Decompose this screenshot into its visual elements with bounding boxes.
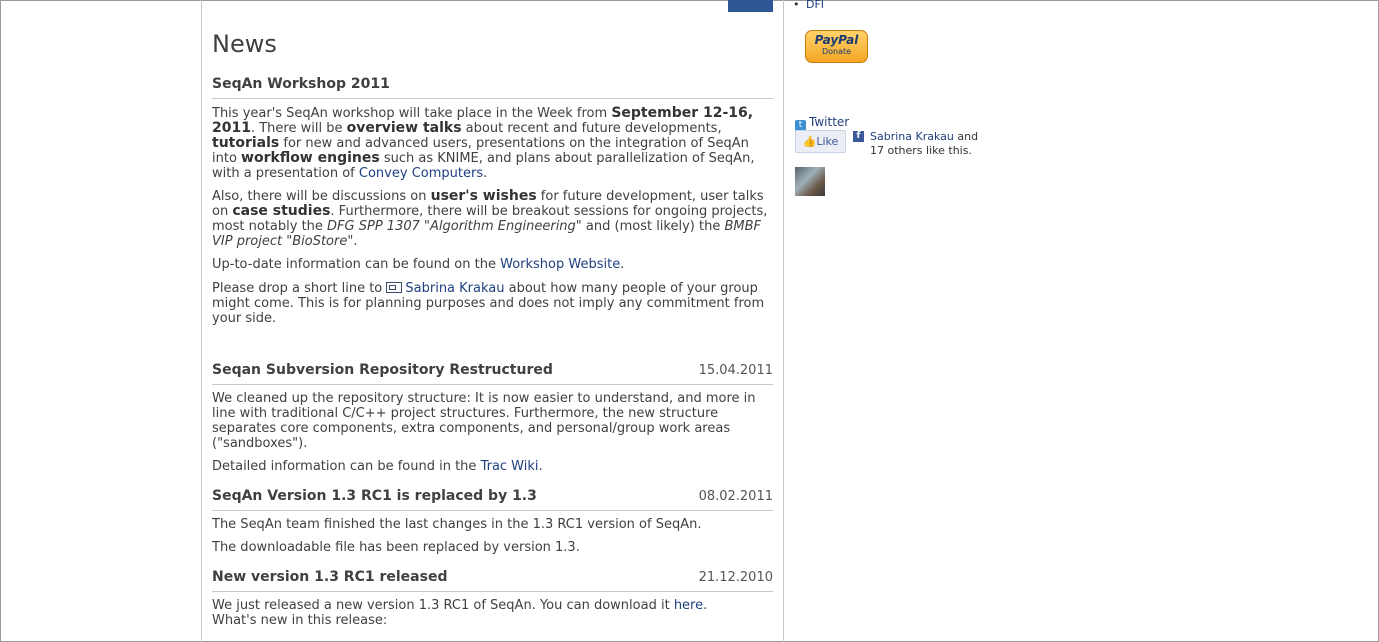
news-title: SeqAn Workshop 2011 [212,76,390,92]
sabrina-krakau-email-link[interactable]: Sabrina Krakau [405,281,504,296]
twitter-link[interactable]: Twitter [809,115,849,129]
avatar[interactable] [795,167,825,196]
news-title: Seqan Subversion Repository Restructured [212,362,553,378]
news-paragraph: Please drop a short line to Sabrina Krak… [212,281,765,326]
top-banner-fragment [728,0,773,12]
news-header: SeqAn Version 1.3 RC1 is replaced by 1.3… [212,488,773,511]
like-label: Like [816,135,839,148]
page-title: News [212,30,277,58]
facebook-icon: f [853,131,864,142]
news-paragraph: What's new in this release: [212,613,388,628]
news-date: 08.02.2011 [698,489,773,504]
news-paragraph: Detailed information can be found in the… [212,459,543,474]
news-item-repository: Seqan Subversion Repository Restructured… [212,362,773,474]
news-paragraph: The downloadable file has been replaced … [212,540,580,555]
news-paragraph: Also, there will be discussions on user'… [212,188,768,250]
convey-computers-link[interactable]: Convey Computers [359,166,483,181]
thumbs-up-icon: 👍 [802,135,817,148]
news-item-version-13: SeqAn Version 1.3 RC1 is replaced by 1.3… [212,488,773,555]
news-paragraph: The SeqAn team finished the last changes… [212,517,702,532]
news-paragraph: We cleaned up the repository structure: … [212,391,756,451]
trac-wiki-link[interactable]: Trac Wiki [481,459,539,474]
paypal-logo: PayPal [814,33,859,47]
news-title: SeqAn Version 1.3 RC1 is replaced by 1.3 [212,488,537,504]
paypal-donate-button[interactable]: PayPal Donate [805,30,868,63]
facebook-like-button[interactable]: 👍Like [795,130,846,153]
left-column-divider [201,0,202,642]
donate-label: Donate [821,47,852,56]
news-paragraph: This year's SeqAn workshop will take pla… [212,105,755,182]
twitter-link-container: t Twitter [795,115,849,131]
right-column-divider [783,0,784,642]
facebook-social-text: Sabrina Krakau and 17 others like this. [870,130,979,157]
facebook-friend-link[interactable]: Sabrina Krakau [870,130,954,143]
news-item-rc1: New version 1.3 RC1 released 21.12.2010 … [212,569,773,628]
dfi-link[interactable]: DFI [793,0,824,11]
workshop-website-link[interactable]: Workshop Website [500,257,620,272]
news-item-workshop: SeqAn Workshop 2011 This year's SeqAn wo… [212,76,773,326]
news-date: 21.12.2010 [698,570,773,585]
mail-icon [386,282,403,293]
download-here-link[interactable]: here [674,598,703,613]
news-header: SeqAn Workshop 2011 [212,76,773,99]
news-date: 15.04.2011 [698,363,773,378]
news-header: New version 1.3 RC1 released 21.12.2010 [212,569,773,592]
news-paragraph: We just released a new version 1.3 RC1 o… [212,598,708,613]
news-header: Seqan Subversion Repository Restructured… [212,362,773,385]
news-title: New version 1.3 RC1 released [212,569,448,585]
news-paragraph: Up-to-date information can be found on t… [212,257,625,272]
